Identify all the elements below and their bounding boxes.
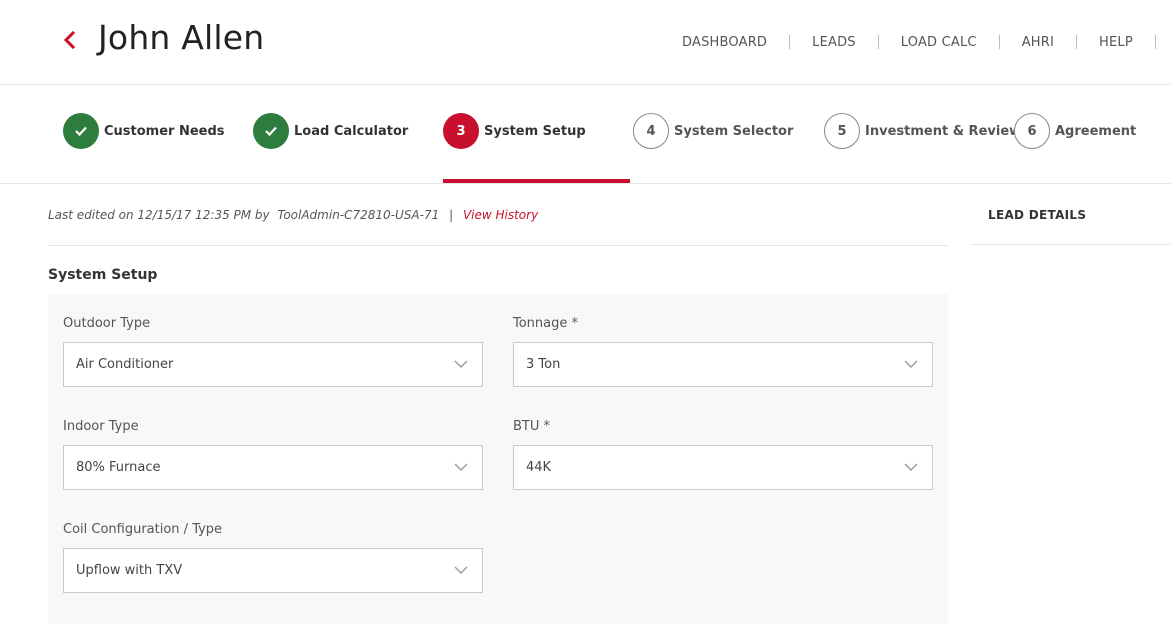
last-edited-text: Last edited on 12/15/17 12:35 PM by <box>48 208 270 222</box>
divider <box>48 245 948 246</box>
select-value: 44K <box>526 460 552 475</box>
nav-dashboard[interactable]: DASHBOARD <box>682 35 767 50</box>
system-setup-form: Outdoor Type Air Conditioner Tonnage * 3… <box>48 294 948 624</box>
check-icon <box>265 126 277 137</box>
step-investment-review[interactable]: 5 Investment & Review <box>824 113 1021 149</box>
nav-ahri[interactable]: AHRI <box>1022 35 1054 50</box>
indoor-type-select[interactable]: 80% Furnace <box>63 445 483 490</box>
step-label: System Selector <box>674 123 794 139</box>
nav-load-calc[interactable]: LOAD CALC <box>901 35 977 50</box>
tonnage-select[interactable]: 3 Ton <box>513 342 933 387</box>
step-load-calculator[interactable]: Load Calculator <box>253 113 408 149</box>
page-header: John Allen DASHBOARD LEADS LOAD CALC AHR… <box>0 0 1171 85</box>
lead-details-toggle[interactable]: LEAD DETAILS <box>988 208 1086 222</box>
chevron-down-icon <box>454 359 468 369</box>
editor-name: ToolAdmin-C72810-USA-71 <box>277 208 440 222</box>
tonnage-label: Tonnage * <box>513 316 579 331</box>
chevron-down-icon <box>454 565 468 575</box>
btu-select[interactable]: 44K <box>513 445 933 490</box>
coil-configuration-label: Coil Configuration / Type <box>63 522 223 537</box>
nav-divider <box>1076 35 1078 49</box>
coil-configuration-select[interactable]: Upflow with TXV <box>63 548 483 593</box>
nav-divider <box>998 35 1000 49</box>
active-step-indicator <box>443 179 630 183</box>
select-value: 3 Ton <box>526 357 561 372</box>
outdoor-type-label: Outdoor Type <box>63 316 151 331</box>
outdoor-type-select[interactable]: Air Conditioner <box>63 342 483 387</box>
step-number-badge: 3 <box>443 113 479 149</box>
meta-separator: | <box>449 208 454 222</box>
progress-stepper: Customer Needs Load Calculator 3 System … <box>0 85 1171 184</box>
step-customer-needs[interactable]: Customer Needs <box>63 113 225 149</box>
nav-divider <box>1154 35 1156 49</box>
indoor-type-label: Indoor Type <box>63 419 139 434</box>
check-icon <box>75 126 87 137</box>
top-navigation: DASHBOARD LEADS LOAD CALC AHRI HELP SE <box>682 33 1171 51</box>
step-number-badge: 6 <box>1014 113 1050 149</box>
step-complete-badge <box>253 113 289 149</box>
back-button[interactable] <box>60 27 80 53</box>
step-system-selector[interactable]: 4 System Selector <box>633 113 793 149</box>
chevron-down-icon <box>904 359 918 369</box>
nav-help[interactable]: HELP <box>1099 35 1133 50</box>
last-edited-info: Last edited on 12/15/17 12:35 PM by Tool… <box>48 208 538 222</box>
nav-leads[interactable]: LEADS <box>812 35 856 50</box>
step-label: Customer Needs <box>104 123 225 139</box>
page-title: John Allen <box>98 18 265 57</box>
step-agreement[interactable]: 6 Agreement <box>1014 113 1136 149</box>
btu-label: BTU * <box>513 419 551 434</box>
step-label: Load Calculator <box>294 123 409 139</box>
step-complete-badge <box>63 113 99 149</box>
nav-divider <box>789 35 791 49</box>
step-label: System Setup <box>484 123 586 139</box>
view-history-link[interactable]: View History <box>463 208 538 222</box>
lead-details-panel: LEAD DETAILS <box>972 185 1171 245</box>
select-value: 80% Furnace <box>76 460 161 475</box>
select-value: Air Conditioner <box>76 357 174 372</box>
select-value: Upflow with TXV <box>76 563 183 578</box>
step-label: Investment & Review <box>865 123 1022 139</box>
chevron-left-icon <box>63 30 76 50</box>
step-number-badge: 5 <box>824 113 860 149</box>
step-number-badge: 4 <box>633 113 669 149</box>
nav-divider <box>877 35 879 49</box>
section-title: System Setup <box>48 267 158 283</box>
chevron-down-icon <box>454 462 468 472</box>
step-system-setup[interactable]: 3 System Setup <box>443 113 586 149</box>
chevron-down-icon <box>904 462 918 472</box>
step-label: Agreement <box>1055 123 1137 139</box>
